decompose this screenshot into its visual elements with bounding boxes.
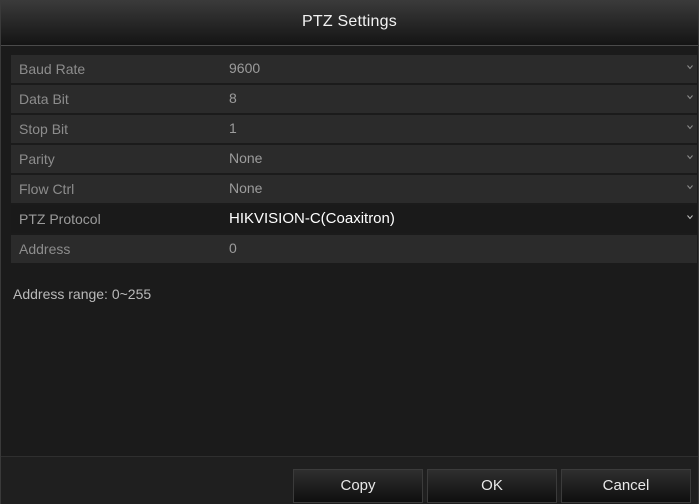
title-bar: PTZ Settings — [1, 1, 698, 46]
setting-row-address[interactable]: Address 0 — [11, 235, 697, 263]
setting-row-stop-bit[interactable]: Stop Bit 1 — [11, 115, 697, 143]
chevron-down-icon[interactable] — [687, 184, 693, 190]
setting-row-data-bit[interactable]: Data Bit 8 — [11, 85, 697, 113]
baud-rate-label: Baud Rate — [19, 61, 86, 77]
flow-ctrl-select[interactable]: None — [229, 180, 262, 196]
dialog-footer: Copy OK Cancel — [1, 456, 698, 504]
ptz-protocol-label: PTZ Protocol — [19, 211, 101, 227]
copy-button[interactable]: Copy — [293, 469, 423, 503]
cancel-button[interactable]: Cancel — [561, 469, 691, 503]
stop-bit-label: Stop Bit — [19, 121, 69, 137]
chevron-down-icon[interactable] — [687, 124, 693, 130]
address-range-hint: Address range: 0~255 — [13, 286, 152, 302]
ptz-settings-dialog: PTZ Settings Baud Rate 9600 Data Bit 8 S… — [0, 0, 699, 504]
ptz-protocol-select[interactable]: HIKVISION-C(Coaxitron) — [229, 210, 395, 227]
parity-label: Parity — [19, 151, 55, 167]
setting-row-baud-rate[interactable]: Baud Rate 9600 — [11, 55, 697, 83]
data-bit-label: Data Bit — [19, 91, 69, 107]
chevron-down-icon[interactable] — [687, 94, 693, 100]
flow-ctrl-label: Flow Ctrl — [19, 181, 75, 197]
setting-row-flow-ctrl[interactable]: Flow Ctrl None — [11, 175, 697, 203]
baud-rate-select[interactable]: 9600 — [229, 60, 260, 76]
dialog-title: PTZ Settings — [302, 13, 397, 30]
chevron-down-icon[interactable] — [687, 214, 693, 220]
address-input[interactable]: 0 — [229, 240, 237, 256]
chevron-down-icon[interactable] — [687, 154, 693, 160]
address-label: Address — [19, 241, 71, 257]
ok-button[interactable]: OK — [427, 469, 557, 503]
setting-row-ptz-protocol[interactable]: PTZ Protocol HIKVISION-C(Coaxitron) — [11, 205, 697, 233]
stop-bit-select[interactable]: 1 — [229, 120, 237, 136]
parity-select[interactable]: None — [229, 150, 262, 166]
data-bit-select[interactable]: 8 — [229, 90, 237, 106]
chevron-down-icon[interactable] — [687, 64, 693, 70]
setting-row-parity[interactable]: Parity None — [11, 145, 697, 173]
settings-list: Baud Rate 9600 Data Bit 8 Stop Bit 1 Par… — [11, 55, 697, 265]
